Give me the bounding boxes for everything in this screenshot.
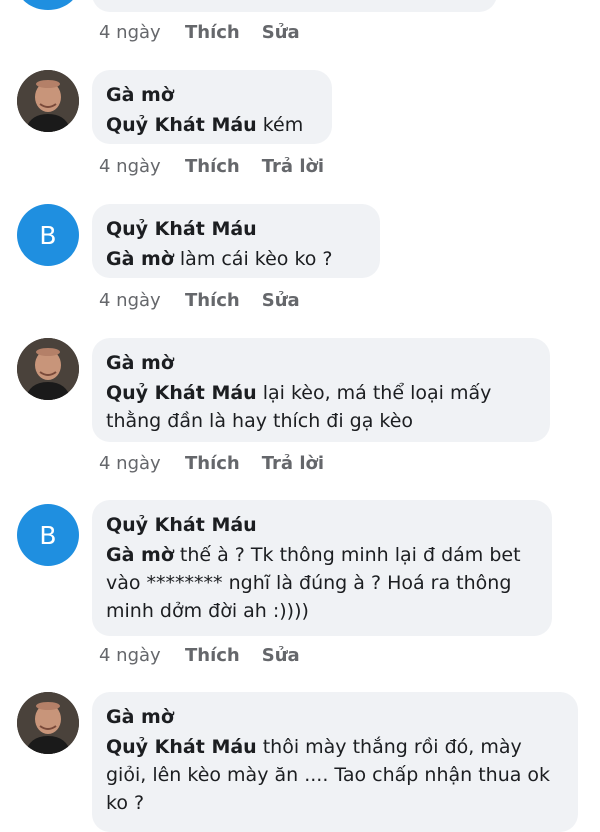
comment-text: Quỷ Khát Máu kém	[106, 111, 316, 139]
avatar[interactable]	[17, 338, 79, 400]
comment-bubble: Quỷ Khát Máu Gà mờ làm cái kèo ko ?	[92, 204, 380, 278]
mention-link[interactable]: Gà mờ	[106, 248, 174, 270]
comment-thread: 4 ngày Thích Sửa Gà mờ Quỷ Khát Máu kém 4 n…	[0, 0, 600, 832]
comment-body: làm cái kèo ko ?	[179, 248, 333, 270]
reply-button[interactable]: Trả lời	[262, 156, 324, 177]
mention-link[interactable]: Quỷ Khát Máu	[106, 736, 257, 758]
comment-bubble: Gà mờ Quỷ Khát Máu lại kèo, má thể loại m…	[92, 338, 550, 442]
comment-text: Quỷ Khát Máu thôi mày thắng rồi đó, mày g…	[106, 733, 562, 817]
comment-author[interactable]: Gà mờ	[106, 351, 534, 375]
edit-button[interactable]: Sửa	[262, 290, 300, 311]
comment-text: Gà mờ thế à ? Tk thông minh lại đ dám bet…	[106, 541, 536, 625]
comment-author[interactable]: Gà mờ	[106, 83, 316, 107]
comment-time[interactable]: 4 ngày	[99, 156, 185, 177]
like-button[interactable]: Thích	[185, 22, 240, 43]
avatar[interactable]: B	[17, 204, 79, 266]
like-button[interactable]: Thích	[185, 453, 240, 474]
avatar[interactable]: B	[17, 504, 79, 566]
comment-body: kém	[262, 114, 304, 136]
mention-link[interactable]: Gà mờ	[106, 544, 174, 566]
comment-bubble	[92, 0, 497, 12]
comment-meta: 4 ngày Thích Sửa	[99, 645, 322, 666]
comment-bubble: Gà mờ Quỷ Khát Máu kém	[92, 70, 332, 144]
like-button[interactable]: Thích	[185, 290, 240, 311]
avatar[interactable]	[17, 70, 79, 132]
avatar[interactable]	[17, 692, 79, 754]
comment-meta: 4 ngày Thích Trả lời	[99, 453, 346, 474]
edit-button[interactable]: Sửa	[262, 645, 300, 666]
comment-author[interactable]: Gà mờ	[106, 705, 562, 729]
comment-time[interactable]: 4 ngày	[99, 290, 185, 311]
reply-button[interactable]: Trả lời	[262, 453, 324, 474]
mention-link[interactable]: Quỷ Khát Máu	[106, 114, 257, 136]
user-photo-icon	[17, 70, 79, 132]
edit-button[interactable]: Sửa	[262, 22, 300, 43]
comment-time[interactable]: 4 ngày	[99, 453, 185, 474]
mention-link[interactable]: Quỷ Khát Máu	[106, 382, 257, 404]
comment-time[interactable]: 4 ngày	[99, 645, 185, 666]
comment-author[interactable]: Quỷ Khát Máu	[106, 513, 536, 537]
comment-bubble: Quỷ Khát Máu Gà mờ thế à ? Tk thông minh …	[92, 500, 552, 636]
comment-text: Quỷ Khát Máu lại kèo, má thể loại mấy thằ…	[106, 379, 534, 435]
comment-meta: 4 ngày Thích Trả lời	[99, 156, 346, 177]
user-photo-icon	[17, 338, 79, 400]
user-photo-icon	[17, 692, 79, 754]
like-button[interactable]: Thích	[185, 156, 240, 177]
comment-author[interactable]: Quỷ Khát Máu	[106, 217, 364, 241]
comment-time[interactable]: 4 ngày	[99, 22, 185, 43]
like-button[interactable]: Thích	[185, 645, 240, 666]
comment-text: Gà mờ làm cái kèo ko ?	[106, 245, 364, 273]
comment-meta: 4 ngày Thích Sửa	[99, 22, 322, 43]
comment-bubble: Gà mờ Quỷ Khát Máu thôi mày thắng rồi đó,…	[92, 692, 578, 832]
avatar[interactable]	[17, 0, 79, 10]
comment-meta: 4 ngày Thích Sửa	[99, 290, 322, 311]
